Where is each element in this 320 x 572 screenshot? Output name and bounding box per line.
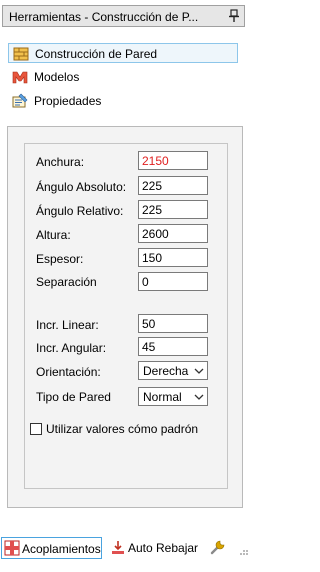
separacion-label: Separación <box>36 275 97 289</box>
orientacion-select[interactable]: Derecha <box>138 361 208 380</box>
nav-label: Modelos <box>34 70 80 84</box>
altura-label: Altura: <box>36 228 71 242</box>
tools-panel: Herramientas - Construcción de P... Cons… <box>0 0 252 572</box>
tab-auto-rebajar[interactable]: Auto Rebajar <box>108 537 204 559</box>
tipo-pared-label: Tipo de Pared <box>36 390 111 404</box>
panel-titlebar[interactable]: Herramientas - Construcción de P... <box>2 5 245 27</box>
espesor-label: Espesor: <box>36 252 84 266</box>
tipo-pared-value: Normal <box>143 390 182 404</box>
tab-label: Acoplamientos <box>22 542 101 556</box>
incr-angular-input[interactable]: 45 <box>138 337 208 356</box>
bottom-tab-bar: Acoplamientos Auto Rebajar <box>0 534 252 562</box>
tab-acoplamientos[interactable]: Acoplamientos <box>1 537 102 559</box>
default-values-checkbox[interactable] <box>30 423 42 435</box>
resize-grip-icon[interactable] <box>239 548 249 556</box>
angulo-absoluto-input[interactable]: 225 <box>138 176 208 195</box>
orientacion-label: Orientación: <box>36 365 101 379</box>
auto-lower-icon <box>112 541 124 554</box>
default-values-label: Utilizar valores cómo padrón <box>46 422 199 436</box>
espesor-input[interactable]: 150 <box>138 248 208 267</box>
incr-linear-input[interactable]: 50 <box>138 314 208 333</box>
anchura-input[interactable]: 2150 <box>138 151 208 170</box>
orientacion-value: Derecha <box>143 364 189 378</box>
tab-wrench[interactable] <box>208 537 232 559</box>
nav-label: Propiedades <box>34 94 102 108</box>
nav-item-construccion-pared[interactable]: Construcción de Pared <box>8 43 238 63</box>
nav-item-propiedades[interactable]: Propiedades <box>8 91 238 111</box>
tipo-pared-select[interactable]: Normal <box>138 387 208 406</box>
panel-title: Herramientas - Construcción de P... <box>9 10 199 24</box>
nav-label: Construcción de Pared <box>35 47 158 61</box>
wrench-icon <box>210 540 225 555</box>
altura-input[interactable]: 2600 <box>138 224 208 243</box>
chevron-down-icon <box>194 368 204 374</box>
angulo-absoluto-label: Ángulo Absoluto: <box>36 180 127 194</box>
anchura-label: Anchura: <box>36 155 85 169</box>
tab-label: Auto Rebajar <box>128 541 199 555</box>
nav-item-modelos[interactable]: Modelos <box>8 67 238 87</box>
incr-linear-label: Incr. Linear: <box>36 318 99 332</box>
chevron-down-icon <box>194 394 204 400</box>
models-icon <box>12 71 28 84</box>
pin-icon[interactable] <box>228 9 240 23</box>
properties-icon <box>12 93 28 108</box>
separacion-input[interactable]: 0 <box>138 272 208 291</box>
docking-icon <box>4 540 20 556</box>
angulo-relativo-label: Ángulo Relativo: <box>36 204 124 218</box>
default-values-checkbox-row[interactable]: Utilizar valores cómo padrón <box>30 422 230 438</box>
angulo-relativo-input[interactable]: 225 <box>138 200 208 219</box>
incr-angular-label: Incr. Angular: <box>36 341 107 355</box>
wall-icon <box>13 47 29 61</box>
